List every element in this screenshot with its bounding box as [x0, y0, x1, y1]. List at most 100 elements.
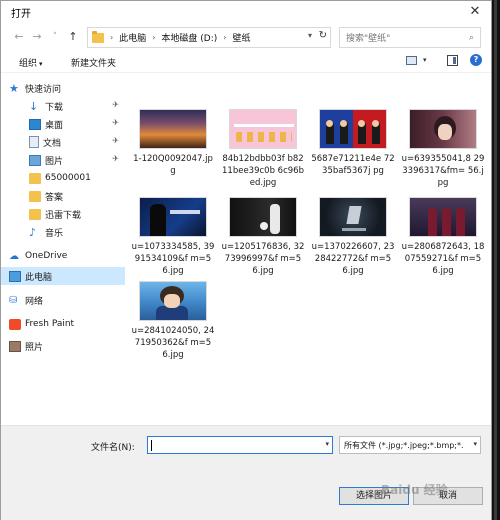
sidebar-item-answers[interactable]: 答案: [1, 187, 125, 205]
cloud-icon: ☁: [9, 250, 19, 262]
file-name: u=1073334585, 3991534109&f m=56.jpg: [131, 242, 215, 276]
sidebar-item-music[interactable]: ♪ 音乐: [1, 223, 125, 241]
sidebar-item-label: 桌面: [45, 120, 64, 131]
file-type-value: 所有文件 (*.jpg;*.jpeg;*.bmp;*.: [344, 441, 464, 450]
recent-locations-icon[interactable]: ˅: [47, 29, 63, 45]
fresh-paint-icon: [9, 318, 21, 330]
file-list: 1-120Q0092047.jpg 84b12bdbb03f b8211bee3…: [129, 75, 487, 423]
chevron-down-icon[interactable]: ▾: [423, 56, 427, 64]
sidebar-item-label: 图片: [45, 156, 64, 167]
organize-button[interactable]: 组织 ▾: [19, 56, 43, 69]
document-icon: [29, 136, 39, 148]
file-thumbnail: [139, 109, 207, 149]
sidebar-item-xunlei-downloads[interactable]: 迅雷下载: [1, 205, 125, 223]
preview-pane-icon[interactable]: [447, 55, 458, 66]
sidebar-item-photos[interactable]: 照片: [1, 337, 125, 355]
file-thumbnail: [139, 197, 207, 237]
back-icon[interactable]: ←: [11, 29, 27, 45]
sidebar-item-onedrive[interactable]: ☁ OneDrive: [1, 247, 125, 265]
search-icon: ⌕: [468, 32, 474, 43]
address-bar[interactable]: › 此电脑 › 本地磁盘 (D:) › 壁纸 ▾ ↻: [87, 27, 331, 48]
file-item[interactable]: 84b12bdbb03f b8211bee39c0b 6c96bed.jpg: [219, 109, 307, 189]
chevron-down-icon: ▾: [473, 440, 477, 448]
sidebar-item-65000001[interactable]: 65000001: [1, 169, 125, 187]
folder-icon: [92, 30, 104, 43]
music-icon: ♪: [29, 225, 37, 239]
sidebar-item-label: 下载: [45, 102, 64, 113]
sidebar-item-label: 快速访问: [25, 84, 62, 95]
view-options-icon[interactable]: [406, 56, 417, 65]
sidebar-item-label: 照片: [25, 342, 44, 353]
file-thumbnail: [319, 197, 387, 237]
breadcrumb-wallpaper[interactable]: 壁纸: [232, 31, 250, 44]
file-thumbnail: [409, 197, 477, 237]
desktop-icon: [29, 118, 41, 130]
pin-icon[interactable]: ✈: [112, 118, 119, 127]
forward-icon[interactable]: →: [29, 29, 45, 45]
pin-icon[interactable]: ✈: [112, 136, 119, 145]
pin-icon[interactable]: ✈: [112, 100, 119, 109]
file-item[interactable]: 5687e71211e4e 7235baf5367j pg: [309, 109, 397, 177]
sidebar-item-label: 迅雷下载: [45, 210, 82, 221]
file-thumbnail: [319, 109, 387, 149]
download-icon: ↓: [29, 99, 39, 113]
sidebar-item-network[interactable]: ⛁ 网络: [1, 291, 125, 309]
file-name: u=2841024050, 2471950362&f m=56.jpg: [131, 326, 215, 360]
sidebar-item-downloads[interactable]: ↓ 下载 ✈: [1, 97, 125, 115]
breadcrumb-separator: ›: [152, 33, 156, 42]
sidebar-item-label: 网络: [25, 296, 44, 307]
computer-icon: [9, 270, 21, 282]
close-icon[interactable]: ✕: [467, 4, 483, 20]
new-folder-button[interactable]: 新建文件夹: [71, 56, 116, 69]
file-name: u=639355041,8 293396317&fm= 56.jpg: [401, 154, 485, 188]
breadcrumb-separator: ›: [223, 33, 227, 42]
file-item[interactable]: u=639355041,8 293396317&fm= 56.jpg: [399, 109, 487, 189]
file-open-dialog: 打开 ✕ ← → ˅ ↑ › 此电脑 › 本地磁盘 (D:) › 壁纸 ▾ ↻ …: [0, 0, 492, 520]
file-item[interactable]: u=2841024050, 2471950362&f m=56.jpg: [129, 281, 217, 361]
chevron-down-icon: ▾: [39, 60, 43, 68]
sidebar-item-this-pc[interactable]: 此电脑: [1, 267, 125, 285]
sidebar-item-fresh-paint[interactable]: Fresh Paint: [1, 315, 125, 333]
star-icon: ★: [9, 81, 19, 95]
desktop-background-strip: [492, 0, 500, 520]
file-type-select[interactable]: 所有文件 (*.jpg;*.jpeg;*.bmp;*. ▾: [339, 436, 481, 454]
organize-label: 组织: [19, 59, 38, 69]
sidebar-item-label: 音乐: [45, 228, 64, 239]
file-name: u=1205176836, 3273996997&f m=56.jpg: [221, 242, 305, 276]
file-item[interactable]: u=1205176836, 3273996997&f m=56.jpg: [219, 197, 307, 277]
sidebar-item-label: Fresh Paint: [25, 319, 75, 329]
chevron-down-icon[interactable]: ▾: [325, 440, 329, 448]
sidebar-item-desktop[interactable]: 桌面 ✈: [1, 115, 125, 133]
sidebar-item-documents[interactable]: 文档 ✈: [1, 133, 125, 151]
file-item[interactable]: 1-120Q0092047.jpg: [129, 109, 217, 177]
photos-icon: [9, 340, 21, 352]
file-item[interactable]: u=2806872643, 1807559271&f m=56.jpg: [399, 197, 487, 277]
breadcrumb-this-pc[interactable]: 此电脑: [119, 31, 146, 44]
sidebar-item-label: 答案: [45, 192, 64, 203]
file-thumbnail: [409, 109, 477, 149]
sidebar-item-quick-access[interactable]: ★ 快速访问: [1, 79, 125, 97]
title-bar: 打开 ✕: [1, 1, 491, 23]
breadcrumb-local-disk[interactable]: 本地磁盘 (D:): [161, 31, 217, 44]
filename-input[interactable]: ▾: [147, 436, 333, 454]
file-thumbnail: [229, 197, 297, 237]
chevron-down-icon[interactable]: ▾: [308, 31, 312, 40]
file-item[interactable]: u=1073334585, 3991534109&f m=56.jpg: [129, 197, 217, 277]
network-icon: ⛁: [9, 294, 18, 306]
help-icon[interactable]: ?: [470, 54, 482, 66]
folder-icon: [29, 190, 41, 202]
search-placeholder: 搜索"壁纸": [346, 34, 391, 44]
up-icon[interactable]: ↑: [65, 29, 81, 45]
pin-icon[interactable]: ✈: [112, 154, 119, 163]
search-input[interactable]: 搜索"壁纸" ⌕: [339, 27, 481, 48]
sidebar-item-label: 此电脑: [25, 272, 53, 283]
refresh-icon[interactable]: ↻: [319, 30, 327, 41]
sidebar-item-pictures[interactable]: 图片 ✈: [1, 151, 125, 169]
watermark: Baidu 经验: [381, 483, 448, 497]
navigation-pane: ★ 快速访问 ↓ 下载 ✈ 桌面 ✈ 文档 ✈ 图片 ✈ 65000001 答案…: [1, 75, 125, 423]
picture-icon: [29, 154, 41, 166]
command-bar: 组织 ▾ 新建文件夹 ▾ ?: [1, 51, 491, 73]
file-thumbnail: [229, 109, 297, 149]
filename-label: 文件名(N):: [91, 443, 135, 453]
file-item[interactable]: u=1370226607, 2328422772&f m=56.jpg: [309, 197, 397, 277]
